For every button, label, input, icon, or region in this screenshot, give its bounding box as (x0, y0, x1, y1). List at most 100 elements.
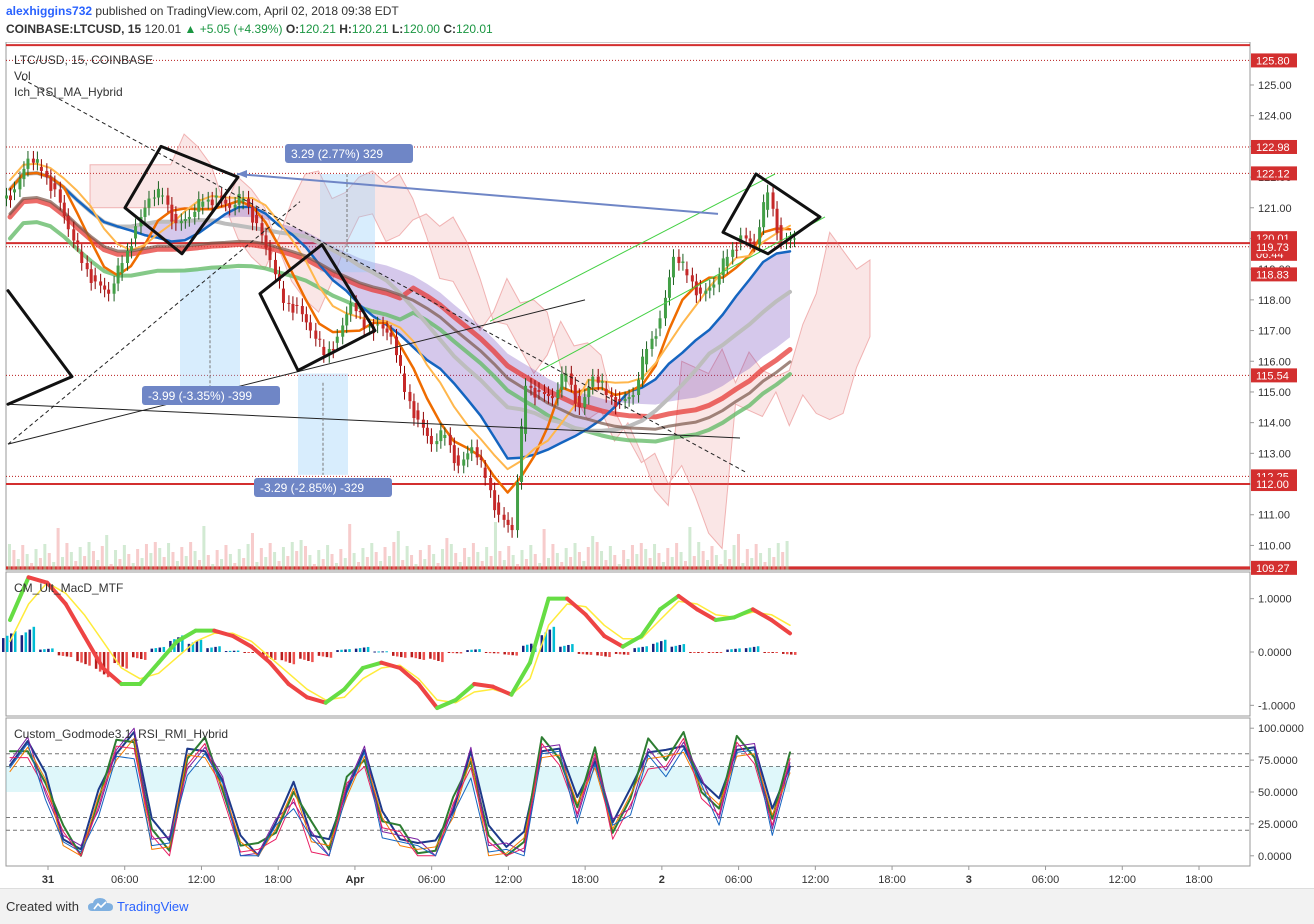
volume-bar (175, 561, 179, 570)
candle-body (529, 385, 533, 388)
volume-bar (542, 529, 546, 570)
volume-bar (520, 550, 524, 570)
volume-bar (754, 544, 758, 570)
price-tag: 118.83 (1251, 267, 1297, 282)
y-tick-label: 0.0000 (1258, 647, 1292, 659)
volume-bar (396, 531, 400, 570)
volume-bar (171, 552, 175, 570)
candle-body (9, 195, 12, 201)
created-with-text: Created with (6, 899, 79, 914)
macd-histogram-bar (154, 648, 158, 652)
macd-histogram-bar (57, 652, 61, 656)
volume-bar (622, 550, 626, 570)
candle-body (13, 189, 16, 193)
macd-histogram-bar (43, 649, 46, 652)
candle-body (610, 395, 614, 398)
volume-bar (96, 560, 100, 570)
tradingview-cloud-icon (88, 898, 113, 911)
volume-bar (379, 561, 383, 570)
candle-body (556, 389, 560, 399)
volume-bar (361, 548, 365, 570)
candle-body (600, 381, 604, 383)
candle-body (731, 249, 735, 257)
candle-body (62, 202, 66, 216)
candle-body (304, 314, 308, 323)
volume-bar (69, 552, 73, 570)
candle-body (237, 193, 241, 205)
macd-histogram-bar (274, 652, 277, 660)
x-tick-label: 12:00 (1109, 874, 1137, 886)
x-tick-label: Apr (345, 874, 365, 886)
volume-bar (445, 538, 449, 570)
candle-body (627, 397, 631, 400)
candle-body (456, 455, 460, 466)
volume-bar (144, 544, 148, 570)
macd-histogram-bar (652, 643, 655, 652)
candle-body (425, 427, 429, 436)
macd-histogram-bar (707, 652, 711, 653)
candle-body (735, 249, 739, 251)
volume-bar (312, 564, 316, 570)
volume-bar (78, 547, 82, 570)
volume-bar (688, 527, 692, 570)
macd-histogram-bar (162, 646, 166, 652)
published-text: published on TradingView.com, April 02, … (95, 4, 399, 18)
volume-bar (626, 559, 630, 570)
candle-body (376, 324, 380, 326)
candle-body (103, 285, 107, 290)
macd-histogram-bar (719, 652, 723, 653)
volume-bar (511, 555, 515, 570)
volume-bar (653, 544, 657, 570)
macd-histogram-bar (552, 626, 556, 652)
volume-bar (604, 560, 608, 570)
price-tag-label: 122.98 (1256, 142, 1290, 154)
tradingview-brand-link[interactable]: TradingView (117, 899, 189, 914)
volume-bar (772, 557, 776, 570)
macd-histogram-bar (24, 632, 28, 652)
candle-body (779, 225, 783, 242)
candle-body (671, 256, 675, 278)
macd-histogram-bar (307, 652, 310, 661)
candle-body (604, 388, 608, 396)
candle-body (470, 447, 474, 454)
macd-histogram-bar (633, 648, 636, 652)
volume-bar (741, 563, 745, 570)
macd-histogram-bar (69, 652, 73, 658)
macd-histogram-bar (656, 642, 659, 652)
author-link[interactable]: alexhiggins732 (6, 4, 92, 18)
macd-histogram-bar (20, 635, 24, 652)
candle-body (201, 201, 205, 207)
candle-body (318, 338, 322, 340)
macd-histogram-bar (596, 652, 599, 656)
macd-title: CM_Ult_MacD_MTF (14, 581, 123, 595)
macd-histogram-bar (492, 652, 496, 654)
macd-histogram-bar (385, 651, 388, 653)
y-tick-label: 100.0000 (1258, 723, 1304, 735)
volume-bar (277, 561, 281, 570)
candle-body (435, 441, 439, 445)
chart-area[interactable]: 125.00124.00123.00122.00121.00120.00119.… (0, 42, 1314, 888)
volume-bar (343, 558, 347, 570)
macd-histogram-bar (354, 648, 358, 652)
volume-bar (357, 562, 361, 570)
measure-label: -3.99 (-3.35%) -399 (148, 389, 252, 403)
volume-bar (586, 547, 590, 570)
macd-histogram-bar (284, 652, 288, 662)
volume-bar (162, 557, 166, 570)
volume-bar (533, 554, 537, 570)
candle-body (762, 202, 766, 228)
candle-body (5, 195, 8, 199)
macd-histogram-bar (782, 652, 785, 654)
volume-bar (56, 528, 60, 570)
volume-bar (374, 552, 378, 570)
macd-histogram-bar (366, 646, 370, 652)
volume-bar (432, 554, 436, 570)
price-tag-label: 125.80 (1256, 55, 1290, 67)
candle-body (224, 199, 228, 204)
candle-body (658, 318, 662, 329)
candle-body (126, 250, 130, 264)
macd-histogram-bar (459, 652, 463, 654)
macd-histogram-bar (224, 651, 228, 653)
macd-histogram-bar (158, 647, 162, 652)
macd-histogram-bar (734, 648, 737, 652)
